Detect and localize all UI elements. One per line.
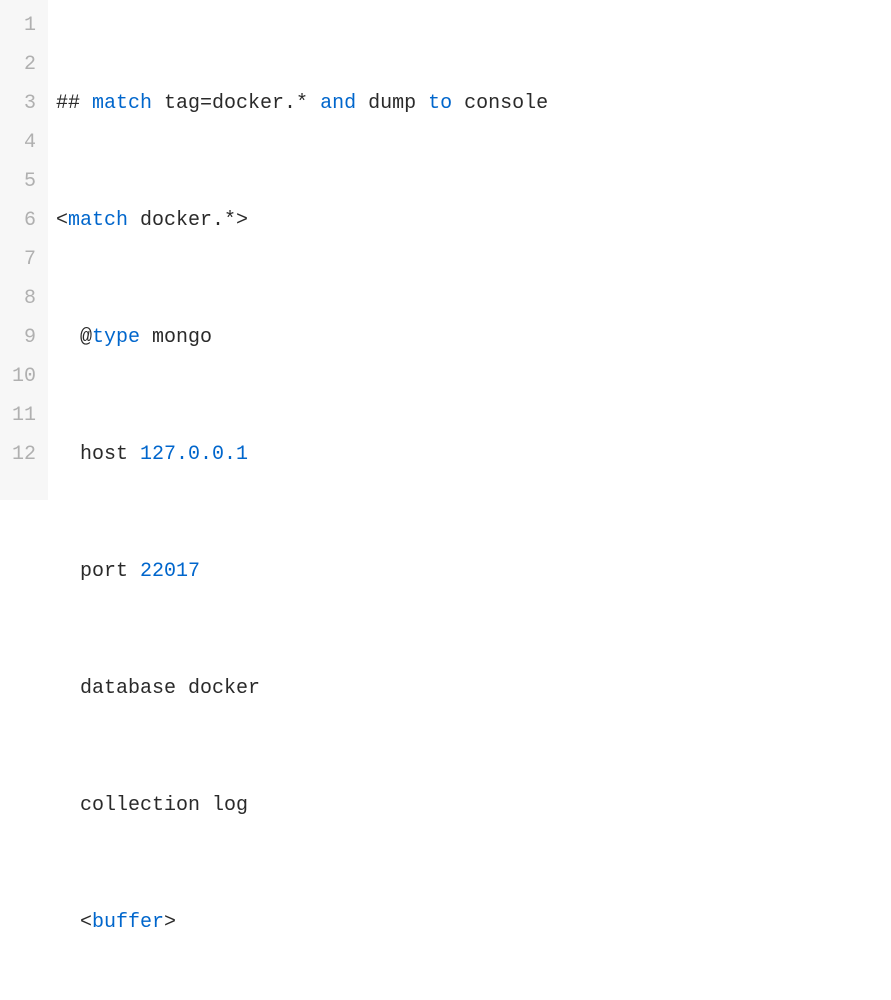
keyword: type (92, 326, 140, 349)
bracket: < (80, 911, 92, 934)
text: collection log (80, 794, 248, 817)
text: mongo (140, 326, 212, 349)
code-line: <buffer> (56, 903, 891, 942)
keyword: to (428, 92, 452, 115)
tag-name: buffer (92, 911, 164, 934)
bracket: < (56, 209, 68, 232)
code-line: collection log (56, 786, 891, 825)
line-number: 3 (0, 84, 36, 123)
line-number: 11 (0, 396, 36, 435)
text: dump (356, 92, 428, 115)
value: 127.0.0.1 (140, 443, 248, 466)
value: 22017 (140, 560, 200, 583)
line-number: 1 (0, 6, 36, 45)
tag-name: match (68, 209, 128, 232)
line-number: 10 (0, 357, 36, 396)
line-number: 9 (0, 318, 36, 357)
line-number: 6 (0, 201, 36, 240)
text: port (80, 560, 140, 583)
text: tag=docker.* (152, 92, 320, 115)
code-area: ## match tag=docker.* and dump to consol… (48, 0, 891, 500)
line-number: 7 (0, 240, 36, 279)
line-number: 5 (0, 162, 36, 201)
code-line: <match docker.*> (56, 201, 891, 240)
code-line: host 127.0.0.1 (56, 435, 891, 474)
line-number: 4 (0, 123, 36, 162)
line-number-gutter: 1 2 3 4 5 6 7 8 9 10 11 12 (0, 0, 48, 500)
line-number: 12 (0, 435, 36, 474)
code-line: database docker (56, 669, 891, 708)
text: console (452, 92, 548, 115)
keyword: and (320, 92, 356, 115)
bracket: > (164, 911, 176, 934)
line-number: 8 (0, 279, 36, 318)
text: database docker (80, 677, 260, 700)
at-sign: @ (80, 326, 92, 349)
line-number: 2 (0, 45, 36, 84)
text: host (80, 443, 140, 466)
text: ## (56, 92, 92, 115)
code-line: port 22017 (56, 552, 891, 591)
code-line: @type mongo (56, 318, 891, 357)
text: docker.*> (128, 209, 248, 232)
keyword: match (92, 92, 152, 115)
code-line: ## match tag=docker.* and dump to consol… (56, 84, 891, 123)
